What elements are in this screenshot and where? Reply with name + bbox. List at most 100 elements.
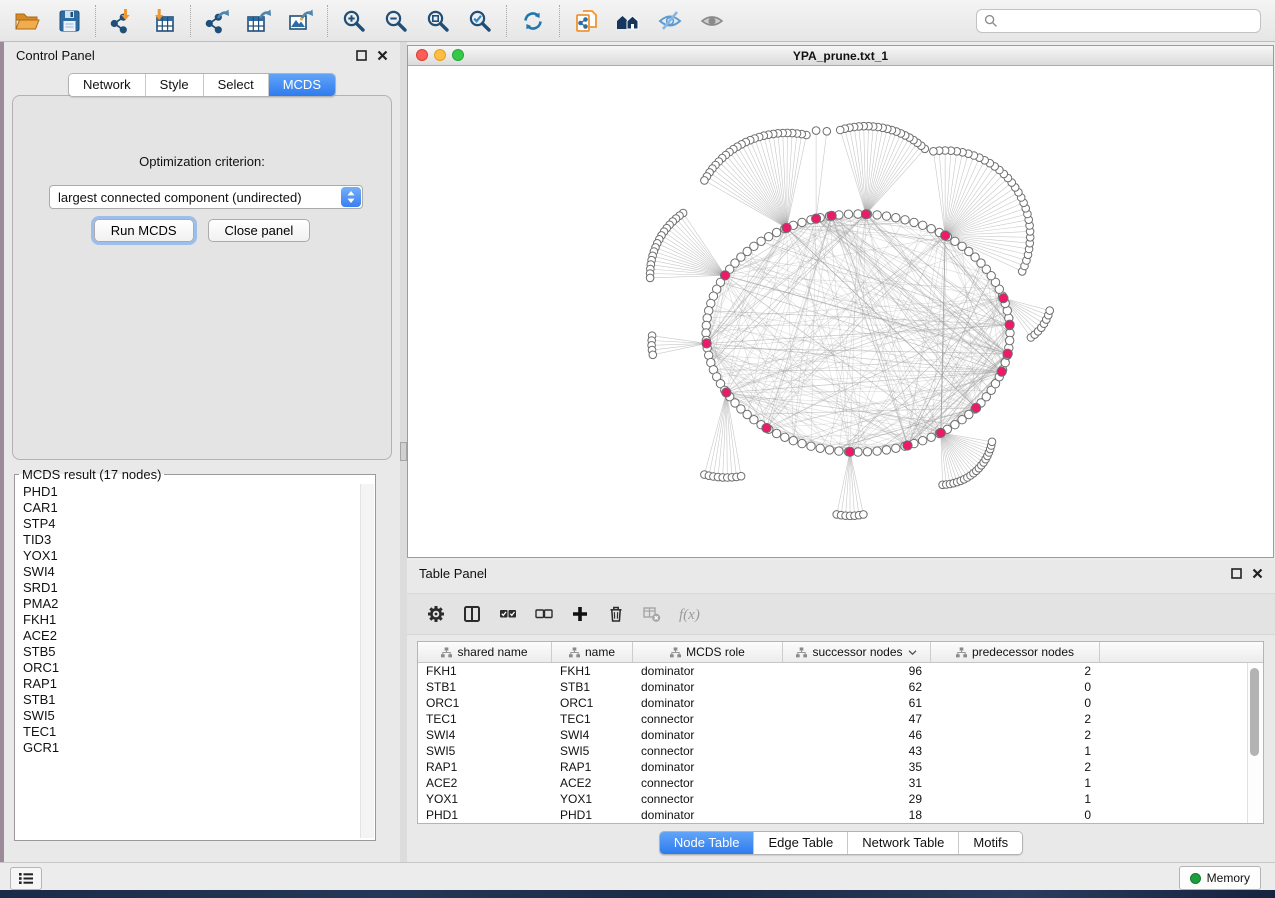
satellite-node[interactable] bbox=[701, 177, 709, 185]
mcds-hub-node[interactable] bbox=[972, 403, 981, 412]
hide-selected-button[interactable] bbox=[649, 3, 691, 39]
mcds-node-item[interactable]: FKH1 bbox=[23, 612, 359, 628]
mcds-hub-node[interactable] bbox=[1003, 349, 1012, 358]
satellite-node[interactable] bbox=[649, 351, 657, 359]
deselect-all-button[interactable] bbox=[535, 605, 553, 623]
zoom-selected-button[interactable] bbox=[459, 3, 501, 39]
rim-node[interactable] bbox=[789, 437, 797, 445]
run-mcds-button[interactable]: Run MCDS bbox=[94, 219, 194, 242]
zoom-in-button[interactable] bbox=[333, 3, 375, 39]
rim-node[interactable] bbox=[873, 211, 881, 219]
rim-node[interactable] bbox=[816, 444, 824, 452]
mcds-hub-node[interactable] bbox=[936, 428, 945, 437]
rim-node[interactable] bbox=[798, 218, 806, 226]
table-row[interactable]: RAP1RAP1dominator352 bbox=[418, 759, 1263, 775]
table-scrollbar[interactable] bbox=[1247, 663, 1263, 823]
tab-motifs[interactable]: Motifs bbox=[958, 832, 1022, 854]
mcds-node-item[interactable]: YOX1 bbox=[23, 548, 359, 564]
mcds-hub-node[interactable] bbox=[722, 388, 731, 397]
close-panel-icon[interactable] bbox=[377, 50, 388, 61]
rim-node[interactable] bbox=[1006, 336, 1014, 344]
mcds-node-item[interactable]: ORC1 bbox=[23, 660, 359, 676]
network-window-titlebar[interactable]: YPA_prune.txt_1 bbox=[408, 46, 1273, 66]
column-header-shared-name[interactable]: shared name bbox=[418, 642, 552, 662]
satellite-node[interactable] bbox=[1046, 307, 1054, 315]
rim-node[interactable] bbox=[882, 212, 890, 220]
first-neighbors-button[interactable] bbox=[607, 3, 649, 39]
float-table-panel-icon[interactable] bbox=[1231, 568, 1242, 579]
mcds-hub-node[interactable] bbox=[827, 211, 836, 220]
satellite-node[interactable] bbox=[988, 438, 996, 446]
rim-node[interactable] bbox=[927, 225, 935, 233]
mcds-hub-node[interactable] bbox=[782, 223, 791, 232]
rim-node[interactable] bbox=[873, 447, 881, 455]
mcds-node-item[interactable]: SWI4 bbox=[23, 564, 359, 580]
satellite-node[interactable] bbox=[930, 148, 938, 156]
close-panel-button[interactable]: Close panel bbox=[208, 219, 311, 242]
copy-network-button[interactable] bbox=[565, 3, 607, 39]
zoom-out-button[interactable] bbox=[375, 3, 417, 39]
mcds-node-item[interactable]: ACE2 bbox=[23, 628, 359, 644]
rim-node[interactable] bbox=[892, 444, 900, 452]
open-file-button[interactable] bbox=[6, 3, 48, 39]
close-table-panel-icon[interactable] bbox=[1252, 568, 1263, 579]
satellite-node[interactable] bbox=[836, 126, 844, 134]
table-row[interactable]: PHD1PHD1dominator180 bbox=[418, 807, 1263, 823]
zoom-fit-button[interactable] bbox=[417, 3, 459, 39]
vertical-splitter[interactable] bbox=[400, 42, 407, 862]
rim-node[interactable] bbox=[892, 214, 900, 222]
export-table-button[interactable] bbox=[238, 3, 280, 39]
columns-button[interactable] bbox=[463, 605, 481, 623]
float-panel-icon[interactable] bbox=[356, 50, 367, 61]
mcds-hub-node[interactable] bbox=[1005, 320, 1014, 329]
mcds-hub-node[interactable] bbox=[941, 231, 950, 240]
mcds-result-list[interactable]: PHD1CAR1STP4TID3YOX1SWI4SRD1PMA2FKH1ACE2… bbox=[15, 484, 359, 838]
search-box[interactable] bbox=[976, 9, 1261, 33]
mcds-hub-node[interactable] bbox=[721, 271, 730, 280]
mcds-hub-node[interactable] bbox=[845, 447, 854, 456]
rim-node[interactable] bbox=[951, 237, 959, 245]
table-row[interactable]: FKH1FKH1dominator962 bbox=[418, 663, 1263, 679]
mcds-hub-node[interactable] bbox=[903, 441, 912, 450]
mcds-hub-node[interactable] bbox=[997, 367, 1006, 376]
mcds-hub-node[interactable] bbox=[702, 339, 711, 348]
add-row-button[interactable] bbox=[571, 605, 589, 623]
mcds-scrollbar[interactable] bbox=[360, 484, 374, 838]
satellite-node[interactable] bbox=[823, 128, 831, 136]
mcds-hub-node[interactable] bbox=[812, 214, 821, 223]
column-header-successor-nodes[interactable]: successor nodes bbox=[783, 642, 931, 662]
table-row[interactable]: SWI4SWI4dominator462 bbox=[418, 727, 1263, 743]
table-row[interactable]: ACE2ACE2connector311 bbox=[418, 775, 1263, 791]
rim-node[interactable] bbox=[798, 439, 806, 447]
mcds-node-item[interactable]: PHD1 bbox=[23, 484, 359, 500]
import-table-button[interactable] bbox=[143, 3, 185, 39]
column-header-MCDS-role[interactable]: MCDS role bbox=[633, 642, 783, 662]
refresh-button[interactable] bbox=[512, 3, 554, 39]
mcds-node-item[interactable]: GCR1 bbox=[23, 740, 359, 756]
rim-node[interactable] bbox=[772, 228, 780, 236]
network-graph-canvas[interactable] bbox=[408, 65, 1273, 557]
rim-node[interactable] bbox=[910, 218, 918, 226]
search-input[interactable] bbox=[998, 13, 1260, 29]
save-session-button[interactable] bbox=[48, 3, 90, 39]
criterion-dropdown[interactable]: largest connected component (undirected) bbox=[49, 185, 363, 209]
mcds-node-item[interactable]: SRD1 bbox=[23, 580, 359, 596]
tab-select[interactable]: Select bbox=[203, 74, 268, 96]
rim-node[interactable] bbox=[901, 216, 909, 224]
rim-node[interactable] bbox=[844, 210, 852, 218]
satellite-node[interactable] bbox=[737, 472, 745, 480]
column-header-name[interactable]: name bbox=[552, 642, 633, 662]
settings-gear-button[interactable] bbox=[427, 605, 445, 623]
window-close-button[interactable] bbox=[416, 49, 428, 61]
tab-mcds[interactable]: MCDS bbox=[268, 74, 335, 96]
rim-node[interactable] bbox=[781, 433, 789, 441]
export-image-button[interactable] bbox=[280, 3, 322, 39]
delete-row-button[interactable] bbox=[607, 605, 625, 623]
satellite-node[interactable] bbox=[812, 127, 820, 135]
rim-node[interactable] bbox=[882, 446, 890, 454]
mcds-node-item[interactable]: RAP1 bbox=[23, 676, 359, 692]
mcds-node-item[interactable]: CAR1 bbox=[23, 500, 359, 516]
satellite-node[interactable] bbox=[860, 511, 868, 519]
window-zoom-button[interactable] bbox=[452, 49, 464, 61]
tab-node-table[interactable]: Node Table bbox=[660, 832, 754, 854]
